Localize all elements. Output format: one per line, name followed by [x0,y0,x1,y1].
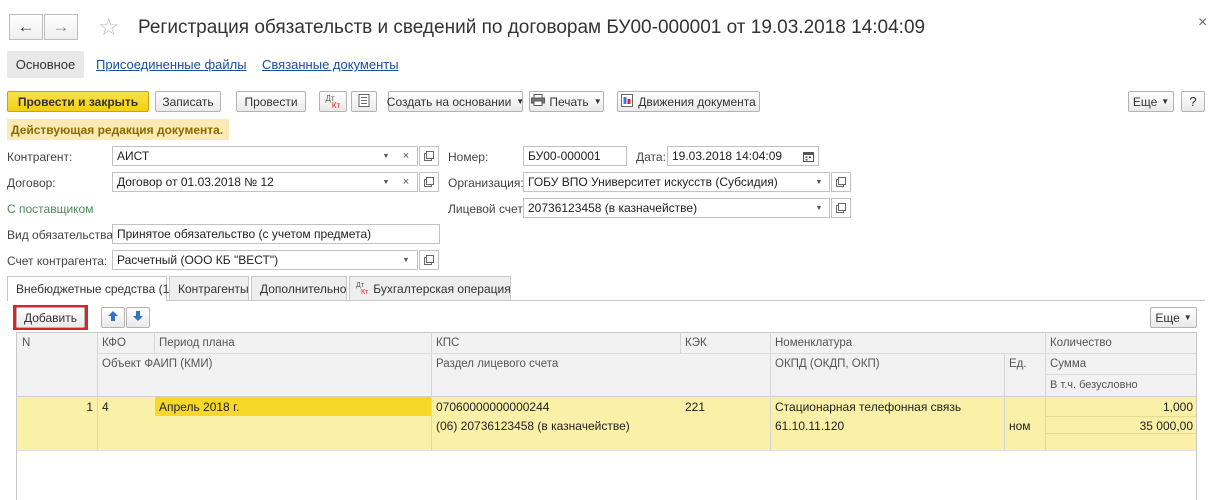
clear-icon[interactable]: × [396,146,416,166]
list-icon [358,93,370,110]
obligation-type-field[interactable]: Принятое обязательство (с учетом предмет… [112,224,440,244]
current-edition-notice: Действующая редакция документа. [7,119,229,140]
add-button[interactable]: Добавить [16,307,85,328]
post-button[interactable]: Провести [236,91,306,112]
header-kfo[interactable]: КФО [102,337,126,349]
cell-quantity: 1,000 [1162,400,1193,414]
dropdown-arrow-icon: ▼ [1183,313,1192,322]
print-button[interactable]: Печать ▼ [529,91,604,112]
cell-kek: 221 [685,400,706,414]
header-kps[interactable]: КПС [436,337,459,349]
header-faip-object[interactable]: Объект ФАИП (КМИ) [102,358,212,370]
arrow-left-icon: ← [17,17,35,36]
open-icon[interactable] [419,146,439,166]
header-unit[interactable]: Ед. [1009,358,1027,370]
contractor-account-field[interactable]: Расчетный (ООО КБ "ВЕСТ") [112,250,418,270]
favorite-star-icon[interactable]: ☆ [98,13,120,42]
account-label: Лицевой счет: [448,202,527,216]
dropdown-arrow-icon: ▼ [516,97,525,106]
dropdown-arrow-icon: ▼ [1161,97,1170,106]
header-okpd[interactable]: ОКПД (ОКДП, ОКП) [775,358,880,370]
cell-plan-period: Апрель 2018 г. [159,400,240,414]
obligation-type-label: Вид обязательства: [7,228,117,242]
contract-field[interactable]: Договор от 01.03.2018 № 12 [112,172,418,192]
organization-label: Организация: [448,176,524,190]
section-tab-main[interactable]: Основное [7,51,84,78]
forward-button[interactable]: → [44,14,78,40]
header-unconditional[interactable]: В т.ч. безусловно [1050,379,1138,391]
dt-kt-icon: Дт Кт [356,281,369,296]
close-icon[interactable]: × [1198,14,1207,32]
section-tab-related-documents[interactable]: Связанные документы [262,57,399,72]
header-account-section[interactable]: Раздел лицевого счета [436,358,558,370]
header-quantity[interactable]: Количество [1050,337,1112,349]
header-sum[interactable]: Сумма [1050,358,1086,370]
dt-kt-button[interactable]: Дт Кт [319,91,347,112]
open-icon[interactable] [419,250,439,270]
cell-n: 1 [86,400,93,414]
cell-account-section: (06) 20736123458 (в казначействе) [436,419,630,433]
header-plan-period[interactable]: Период плана [159,337,235,349]
tabs-baseline [7,300,1205,301]
list-button[interactable] [351,91,377,112]
header-kek[interactable]: КЭК [685,337,707,349]
organization-field[interactable]: ГОБУ ВПО Университет искусств (Субсидия) [523,172,830,192]
contractor-label: Контрагент: [7,150,73,164]
open-icon[interactable] [831,172,851,192]
create-based-on-button[interactable]: Создать на основании ▼ [387,91,525,112]
header-n[interactable]: N [22,337,30,349]
tab-contractors[interactable]: Контрагенты [169,276,249,300]
tab-accounting-operation[interactable]: Дт Кт Бухгалтерская операция [349,276,511,300]
items-table[interactable]: N КФО Период плана Объект ФАИП (КМИ) КПС… [16,332,1197,500]
account-field[interactable]: 20736123458 (в казначействе) [523,198,830,218]
supplier-note: С поставщиком [7,202,94,216]
section-tab-attached-files[interactable]: Присоединенные файлы [96,57,247,72]
table-more-button[interactable]: Еще ▼ [1150,307,1197,328]
page-title: Регистрация обязательств и сведений по д… [138,17,926,38]
cell-nomenclature: Стационарная телефонная связь [775,400,962,414]
movements-icon [621,93,634,110]
move-down-button[interactable] [126,307,150,328]
cell-okpd: 61.10.11.120 [775,419,845,433]
arrow-right-icon: → [52,17,70,36]
cell-kps: 07060000000000244 [436,400,550,414]
dropdown-arrow-icon[interactable]: ▼ [809,172,829,192]
cell-kfo: 4 [102,400,109,414]
tab-additional[interactable]: Дополнительно [251,276,347,300]
arrow-up-icon [107,310,119,325]
clear-icon[interactable]: × [396,172,416,192]
back-button[interactable]: ← [9,14,43,40]
help-button[interactable]: ? [1181,91,1205,112]
calendar-icon[interactable] [798,146,818,166]
post-and-close-button[interactable]: Провести и закрыть [7,91,149,112]
open-icon[interactable] [831,198,851,218]
dropdown-arrow-icon: ▼ [593,97,602,106]
contractor-account-label: Счет контрагента: [7,254,108,268]
dropdown-arrow-icon[interactable]: ▼ [396,250,416,270]
dropdown-arrow-icon[interactable]: ▼ [376,172,396,192]
cell-sum: 35 000,00 [1139,419,1193,433]
number-field[interactable]: БУ00-000001 [523,146,627,166]
cell-unit: ном [1009,419,1031,433]
contract-label: Договор: [7,176,56,190]
dropdown-arrow-icon[interactable]: ▼ [809,198,829,218]
more-button[interactable]: Еще ▼ [1128,91,1174,112]
move-up-button[interactable] [101,307,125,328]
date-label: Дата: [636,150,666,164]
number-label: Номер: [448,150,489,164]
header-nomenclature[interactable]: Номенклатура [775,337,852,349]
arrow-down-icon [132,310,144,325]
dt-kt-icon: Дт Кт [325,93,341,110]
contractor-field[interactable]: АИСТ [112,146,418,166]
tab-off-budget-funds[interactable]: Внебюджетные средства (1) [7,276,173,301]
document-movements-button[interactable]: Движения документа [617,91,760,112]
open-icon[interactable] [419,172,439,192]
date-field[interactable]: 19.03.2018 14:04:09 [667,146,819,166]
write-button[interactable]: Записать [155,91,221,112]
printer-icon [531,94,546,109]
dropdown-arrow-icon[interactable]: ▼ [376,146,396,166]
